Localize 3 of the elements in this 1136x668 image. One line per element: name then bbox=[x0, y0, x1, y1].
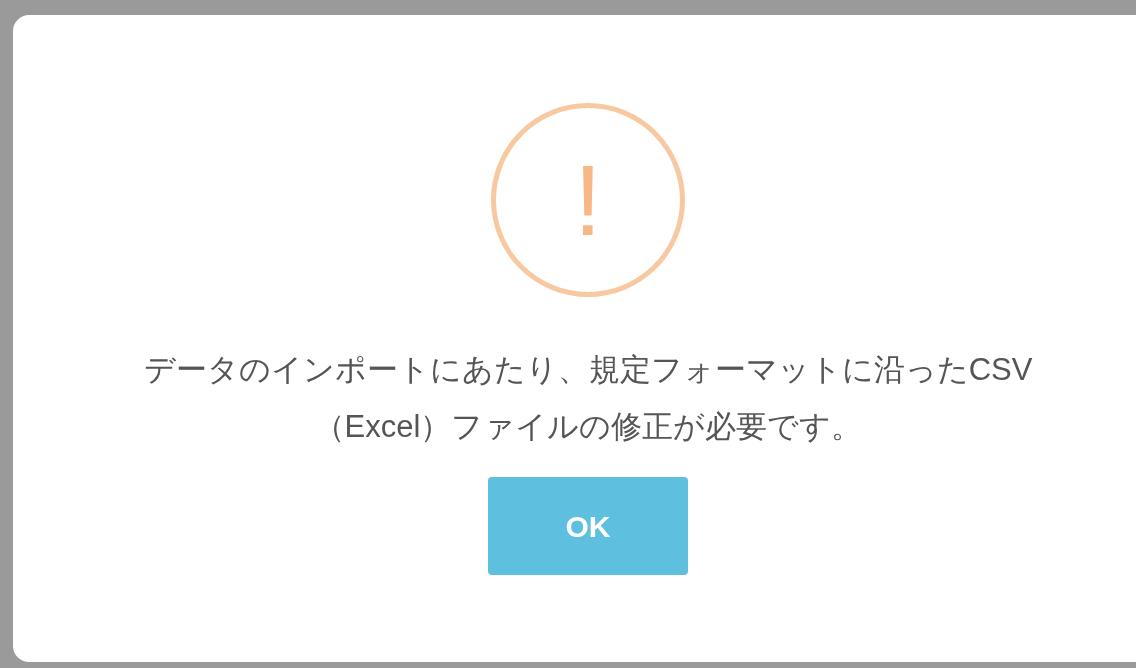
dialog-message: データのインポートにあたり、規定フォーマットに沿ったCSV（Excel）ファイルの修正が必要です。 bbox=[142, 351, 1034, 446]
warning-icon: ! bbox=[491, 103, 685, 297]
ok-button[interactable]: OK bbox=[488, 477, 688, 575]
